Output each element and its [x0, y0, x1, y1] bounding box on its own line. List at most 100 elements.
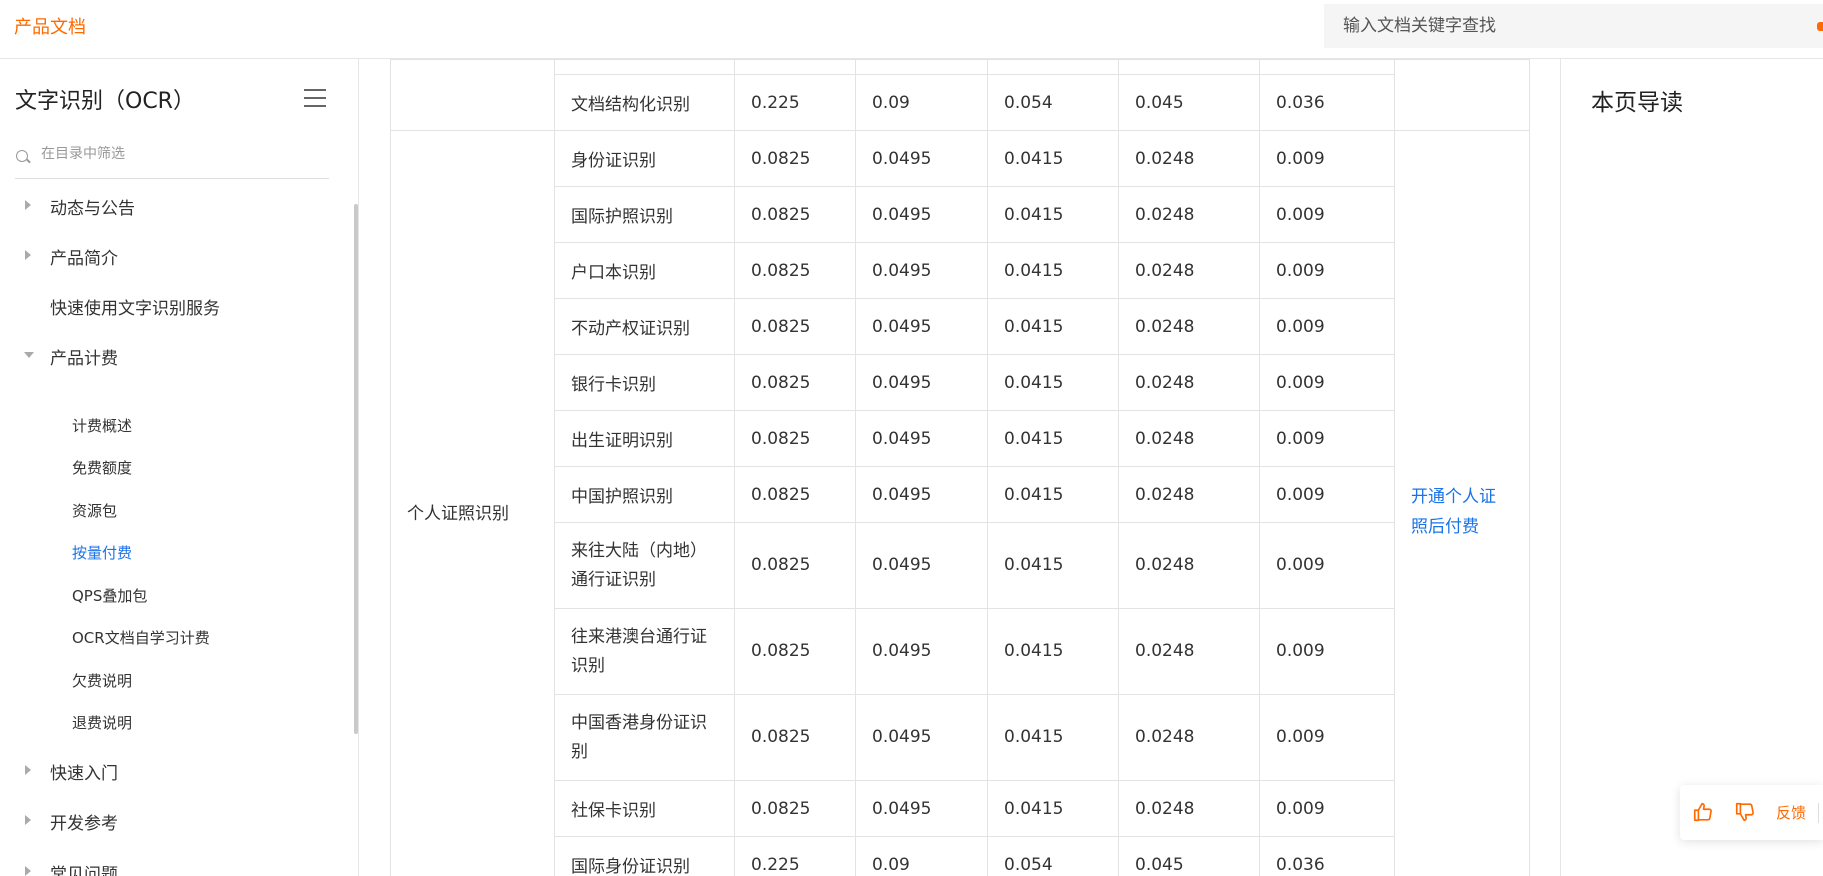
- price-cell: 0.009: [1259, 298, 1395, 355]
- table-row: 银行卡识别 0.0825 0.0495 0.0415 0.0248 0.009: [391, 354, 1530, 411]
- price-cell: 0.054: [987, 74, 1119, 131]
- service-name: 文档结构化识别: [554, 74, 735, 131]
- price-cell: 0.0495: [855, 354, 988, 411]
- sidebar-subitem-self-learning[interactable]: OCR文档自学习计费: [72, 627, 210, 648]
- sidebar-item-label: 快速使用文字识别服务: [50, 299, 220, 319]
- price-cell: 0.0415: [987, 780, 1119, 837]
- caret-right-icon: [25, 815, 31, 825]
- price-cell: 0.036: [1259, 836, 1395, 876]
- top-header: 产品文档: [0, 0, 1823, 59]
- price-cell: 0.0415: [987, 410, 1119, 467]
- caret-right-icon: [25, 866, 31, 876]
- price-cell: 0.0415: [987, 608, 1119, 695]
- price-cell: 0.0825: [734, 410, 856, 467]
- sidebar-subitem-resource-pack[interactable]: 资源包: [72, 500, 117, 521]
- table-row: 社保卡识别 0.0825 0.0495 0.0415 0.0248 0.009: [391, 780, 1530, 837]
- price-cell: 0.0415: [987, 694, 1119, 781]
- table-row: 出生证明识别 0.0825 0.0495 0.0415 0.0248 0.009: [391, 410, 1530, 467]
- price-cell: 0.0825: [734, 130, 856, 187]
- table-row: 中国香港身份证识别 0.0825 0.0495 0.0415 0.0248 0.…: [391, 694, 1530, 781]
- catalog-filter-input[interactable]: [41, 146, 321, 162]
- sidebar-scrollbar[interactable]: [354, 204, 358, 734]
- price-cell: 0.0495: [855, 298, 988, 355]
- price-cell: 0.0495: [855, 130, 988, 187]
- sidebar-item-label: 动态与公告: [50, 199, 135, 219]
- sidebar-item-label: 产品简介: [50, 249, 118, 269]
- service-name: 银行卡识别: [554, 354, 735, 411]
- price-cell: 0.0248: [1118, 354, 1260, 411]
- sidebar-subitem-qps-pack[interactable]: QPS叠加包: [72, 585, 147, 606]
- price-cell: 0.09: [855, 836, 988, 876]
- price-cell: 0.0415: [987, 354, 1119, 411]
- sidebar-subitem-pay-as-you-go[interactable]: 按量付费: [72, 542, 132, 563]
- price-cell: 0.0415: [987, 298, 1119, 355]
- sidebar-subitem-free-quota[interactable]: 免费额度: [72, 457, 132, 478]
- price-cell: 0.0495: [855, 780, 988, 837]
- page-guide-panel: 本页导读: [1560, 59, 1823, 876]
- service-name: 户口本识别: [554, 242, 735, 299]
- price-cell: 0.009: [1259, 242, 1395, 299]
- table-row: 中国护照识别 0.0825 0.0495 0.0415 0.0248 0.009: [391, 466, 1530, 523]
- price-cell: 0.0248: [1118, 780, 1260, 837]
- enable-personal-id-billing-link[interactable]: 开通个人证照后付费: [1411, 482, 1511, 542]
- table-row: 户口本识别 0.0825 0.0495 0.0415 0.0248 0.009: [391, 242, 1530, 299]
- table-row: 国际护照识别 0.0825 0.0495 0.0415 0.0248 0.009: [391, 186, 1530, 243]
- table-row: 国际身份证识别 0.225 0.09 0.054 0.045 0.036: [391, 836, 1530, 876]
- feedback-widget: 反馈: [1680, 785, 1823, 840]
- catalog-filter[interactable]: [15, 141, 329, 179]
- price-cell: 0.009: [1259, 186, 1395, 243]
- price-cell: 0.009: [1259, 694, 1395, 781]
- table-row: 往来港澳台通行证识别 0.0825 0.0495 0.0415 0.0248 0…: [391, 608, 1530, 695]
- feedback-button[interactable]: 反馈: [1776, 802, 1806, 823]
- price-cell: 0.0825: [734, 780, 856, 837]
- sidebar-title: 文字识别（OCR）: [15, 89, 195, 114]
- table-row: 不动产权证识别 0.0825 0.0495 0.0415 0.0248 0.00…: [391, 298, 1530, 355]
- price-cell: 0.0415: [987, 466, 1119, 523]
- thumbs-down-icon[interactable]: [1734, 801, 1756, 823]
- price-cell: 0.009: [1259, 354, 1395, 411]
- brand-link[interactable]: 产品文档: [14, 13, 86, 39]
- price-cell: 0.045: [1118, 74, 1260, 131]
- menu-icon[interactable]: [304, 89, 326, 107]
- search-edge-accent: [1817, 22, 1823, 31]
- caret-right-icon: [25, 765, 31, 775]
- price-cell: 0.0248: [1118, 410, 1260, 467]
- price-cell: 0.0495: [855, 242, 988, 299]
- doc-search-input[interactable]: [1324, 4, 1764, 48]
- service-name: 往来港澳台通行证识别: [554, 608, 735, 695]
- price-cell: 0.0415: [987, 522, 1119, 609]
- main-content: 文档结构化识别 0.225 0.09 0.054 0.045 0.036 个人证…: [360, 59, 1530, 876]
- price-cell: 0.0495: [855, 466, 988, 523]
- sidebar-subitem-billing-overview[interactable]: 计费概述: [72, 415, 132, 436]
- sidebar-subitem-arrears[interactable]: 欠费说明: [72, 670, 132, 691]
- price-cell: 0.036: [1259, 74, 1395, 131]
- price-cell: 0.0248: [1118, 242, 1260, 299]
- price-cell: 0.09: [855, 74, 988, 131]
- service-name: 社保卡识别: [554, 780, 735, 837]
- sidebar-subitem-refund[interactable]: 退费说明: [72, 712, 132, 733]
- doc-search-box[interactable]: [1324, 4, 1823, 48]
- service-name: 来往大陆（内地）通行证识别: [554, 522, 735, 609]
- price-cell: 0.009: [1259, 608, 1395, 695]
- price-cell: 0.0825: [734, 466, 856, 523]
- service-name: 中国香港身份证识别: [554, 694, 735, 781]
- price-cell: 0.225: [734, 836, 856, 876]
- price-cell: 0.225: [734, 74, 856, 131]
- price-cell: 0.0825: [734, 694, 856, 781]
- table-row: 个人证照识别 身份证识别 0.0825 0.0495 0.0415 0.0248…: [390, 130, 1530, 876]
- pricing-table: 文档结构化识别 0.225 0.09 0.054 0.045 0.036 个人证…: [390, 59, 1530, 876]
- thumbs-up-icon[interactable]: [1692, 801, 1714, 823]
- price-cell: 0.0415: [987, 242, 1119, 299]
- sidebar-item-label: 常见问题: [50, 865, 118, 876]
- price-cell: 0.054: [987, 836, 1119, 876]
- caret-right-icon: [25, 200, 31, 210]
- page-guide-title: 本页导读: [1591, 90, 1683, 116]
- price-cell: 0.009: [1259, 410, 1395, 467]
- price-cell: 0.0825: [734, 354, 856, 411]
- service-name: 出生证明识别: [554, 410, 735, 467]
- price-cell: 0.0248: [1118, 694, 1260, 781]
- service-name: 身份证识别: [554, 130, 735, 187]
- service-name: 国际护照识别: [554, 186, 735, 243]
- price-cell: 0.009: [1259, 522, 1395, 609]
- service-name: 国际身份证识别: [554, 836, 735, 876]
